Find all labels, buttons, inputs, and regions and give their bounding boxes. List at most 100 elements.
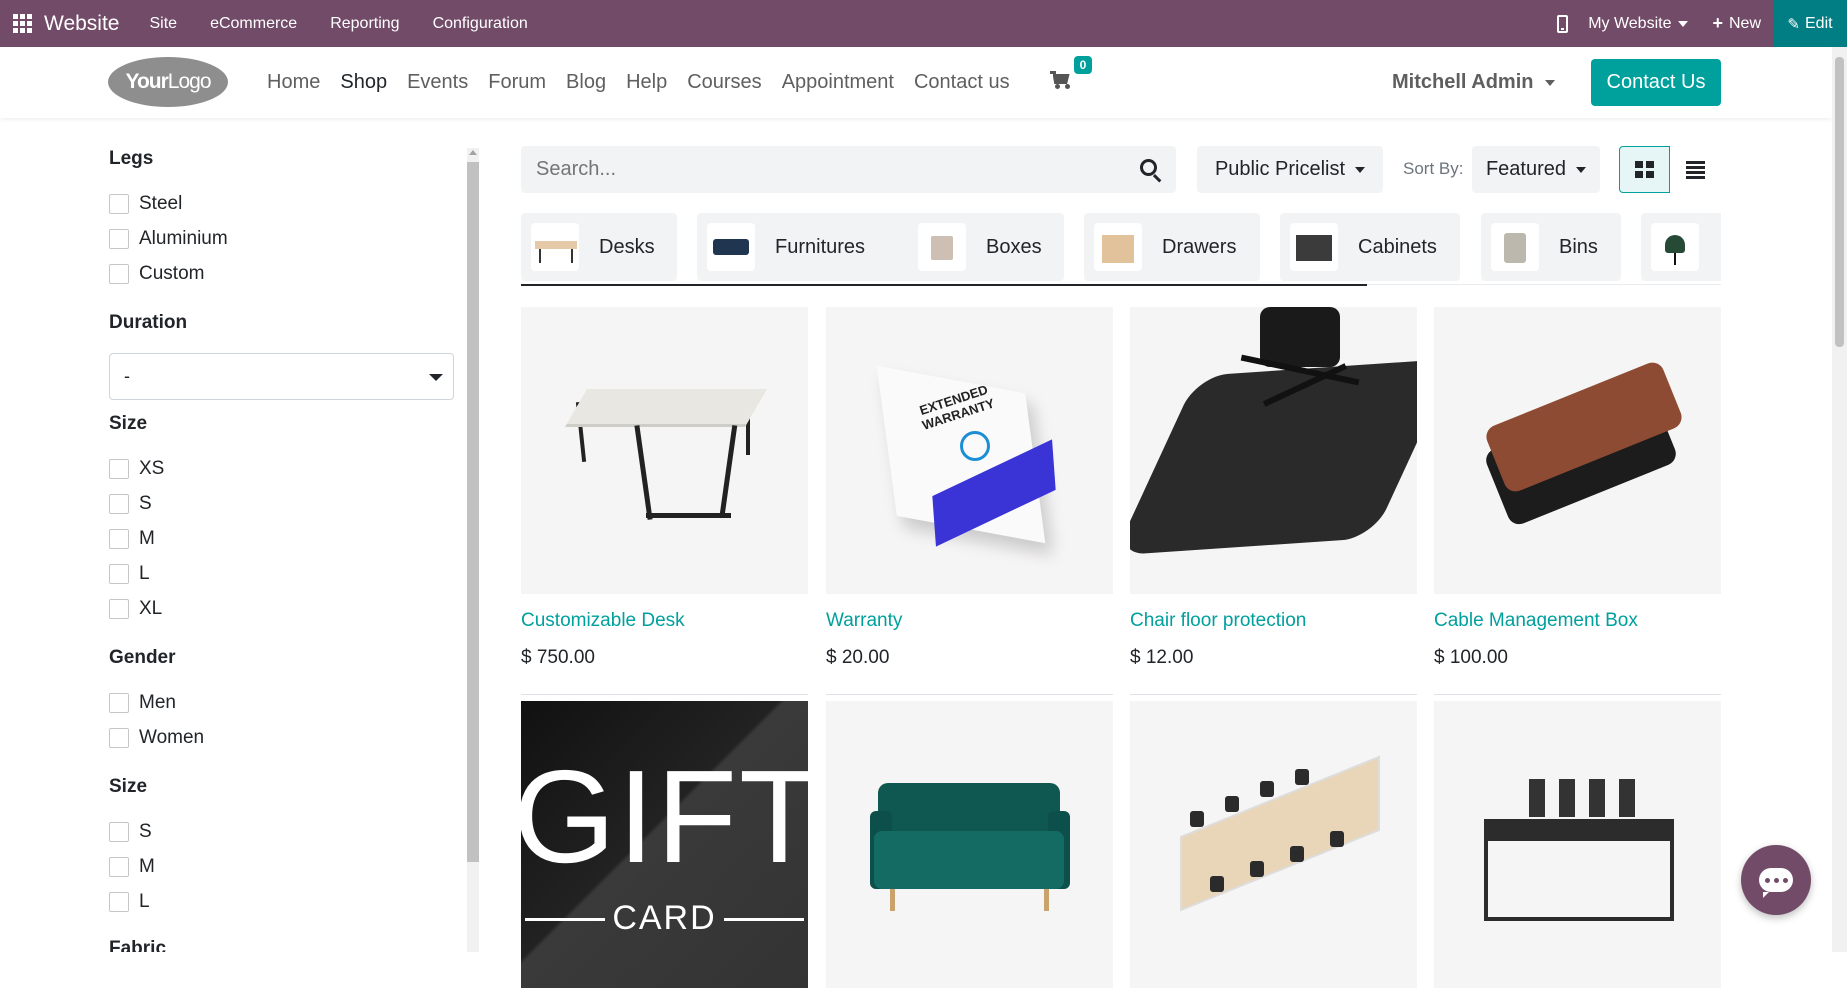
apps-menu-icon[interactable] [0,0,44,47]
nav-contact-us[interactable]: Contact us [914,71,1010,94]
filter-option-s-2[interactable]: S [109,821,152,843]
chevron-down-icon [1545,79,1556,86]
filter-option-xs[interactable]: XS [109,458,164,480]
product-name[interactable]: Customizable Desk [521,610,685,632]
product-name[interactable]: Chair floor protection [1130,610,1306,632]
contact-us-button[interactable]: Contact Us [1591,59,1721,106]
filter-title-size: Size [109,413,148,434]
checkbox[interactable] [109,857,129,877]
product-card[interactable] [1434,701,1721,988]
card-divider [826,694,1113,695]
website-switcher[interactable]: My Website [1588,15,1689,33]
filter-option-men[interactable]: Men [109,692,176,714]
grid-view-button[interactable] [1619,146,1670,193]
search-icon[interactable] [1140,159,1162,183]
category-bins[interactable]: Bins [1481,213,1621,281]
filter-option-label: M [139,528,155,549]
nav-appointment[interactable]: Appointment [782,71,894,94]
category-boxes[interactable]: Boxes [908,213,1064,281]
chat-bubble-icon [1759,868,1793,898]
checkbox[interactable] [109,529,129,549]
product-card[interactable]: Customizable Desk $ 750.00 [521,307,808,695]
checkbox[interactable] [109,494,129,514]
product-name[interactable]: Warranty [826,610,902,632]
nav-help[interactable]: Help [626,71,667,94]
filter-option-l[interactable]: L [109,563,150,585]
product-image[interactable] [1434,307,1721,594]
checkbox[interactable] [109,264,129,284]
filter-option-custom[interactable]: Custom [109,263,204,285]
app-brand[interactable]: Website [44,12,119,36]
product-card[interactable] [826,701,1113,988]
filter-option-xl[interactable]: XL [109,598,162,620]
checkbox[interactable] [109,599,129,619]
chevron-down-icon [429,374,443,381]
filter-option-aluminium[interactable]: Aluminium [109,228,228,250]
duration-select[interactable]: - [109,353,454,400]
checkbox[interactable] [109,459,129,479]
category-cabinets[interactable]: Cabinets [1280,213,1460,281]
checkbox[interactable] [109,892,129,912]
filter-option-women[interactable]: Women [109,727,204,749]
pricelist-dropdown[interactable]: Public Pricelist [1197,146,1383,193]
product-card[interactable]: GIFT CARD [521,701,808,988]
nav-forum[interactable]: Forum [488,71,546,94]
product-image[interactable] [1130,307,1417,594]
sort-dropdown[interactable]: Featured [1472,146,1600,193]
user-menu[interactable]: Mitchell Admin [1392,47,1556,118]
new-button[interactable]: + New [1712,13,1761,34]
sidebar-scrollbar[interactable] [467,148,479,952]
checkbox[interactable] [109,194,129,214]
live-chat-button[interactable] [1741,845,1811,915]
filter-option-steel[interactable]: Steel [109,193,182,215]
product-image[interactable] [1434,701,1721,988]
category-drawers[interactable]: Drawers [1084,213,1260,281]
filter-option-s[interactable]: S [109,493,152,515]
nav-events[interactable]: Events [407,71,468,94]
cart-link[interactable]: 0 [1049,56,1093,94]
product-image[interactable] [1130,701,1417,988]
checkbox[interactable] [109,564,129,584]
product-card[interactable]: EXTENDED WARRANTY Warranty $ 20.00 [826,307,1113,695]
company-logo[interactable]: Your Logo [108,57,228,107]
product-card[interactable]: Cable Management Box $ 100.00 [1434,307,1721,695]
product-card[interactable] [1130,701,1417,988]
menu-ecommerce[interactable]: eCommerce [210,15,297,33]
search-input[interactable] [536,158,1096,181]
checkbox[interactable] [109,229,129,249]
menu-site[interactable]: Site [149,15,177,33]
menu-configuration[interactable]: Configuration [433,15,528,33]
mobile-preview-icon[interactable] [1557,14,1569,33]
product-image[interactable]: GIFT CARD [521,701,808,988]
filter-option-l-2[interactable]: L [109,891,150,913]
filter-option-label: M [139,856,155,877]
scroll-up-arrow-icon[interactable] [469,150,477,155]
checkbox[interactable] [109,728,129,748]
page-scrollbar[interactable] [1832,47,1847,952]
list-view-button[interactable] [1670,146,1721,193]
filter-title-legs: Legs [109,148,154,169]
product-name[interactable]: Cable Management Box [1434,610,1638,632]
nav-home[interactable]: Home [267,71,320,94]
checkbox[interactable] [109,822,129,842]
product-image[interactable] [826,701,1113,988]
filter-option-m[interactable]: M [109,528,155,550]
sidebar-scrollbar-thumb[interactable] [467,162,479,862]
edit-button[interactable]: ✎ Edit [1773,0,1847,47]
page-scrollbar-thumb[interactable] [1835,57,1844,347]
filter-option-m-2[interactable]: M [109,856,155,878]
sort-by-label: Sort By: [1403,159,1464,178]
filter-option-label: S [139,821,152,842]
product-image[interactable]: EXTENDED WARRANTY [826,307,1113,594]
nav-shop[interactable]: Shop [340,71,387,94]
category-desks[interactable]: Desks [521,213,677,281]
product-image[interactable] [521,307,808,594]
category-lamps[interactable] [1641,213,1721,281]
menu-reporting[interactable]: Reporting [330,15,399,33]
nav-courses[interactable]: Courses [687,71,761,94]
nav-blog[interactable]: Blog [566,71,606,94]
category-furnitures[interactable]: Furnitures [697,213,920,281]
sort-value: Featured [1485,158,1567,180]
checkbox[interactable] [109,693,129,713]
product-card[interactable]: Chair floor protection $ 12.00 [1130,307,1417,695]
